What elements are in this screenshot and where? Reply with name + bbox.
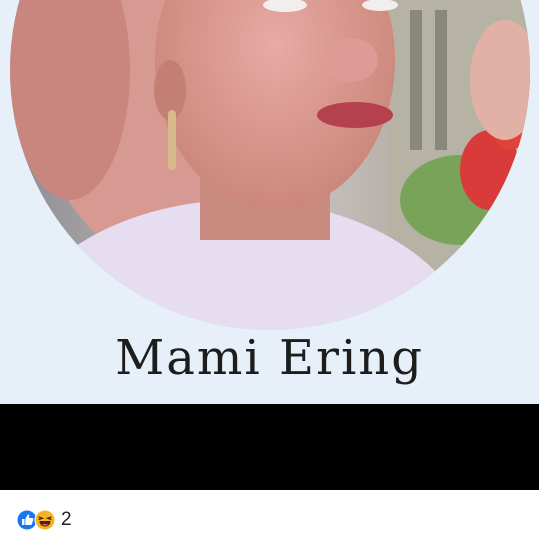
haha-icon [34, 509, 56, 531]
video-letterbox-bar [0, 404, 539, 490]
profile-name-caption: Mami Ering [115, 330, 424, 386]
portrait-illustration [10, 0, 530, 330]
profile-photo [10, 0, 530, 330]
post-image[interactable]: Mami Ering [0, 0, 539, 404]
reaction-count: 2 [61, 509, 72, 530]
reaction-summary[interactable]: 2 [16, 508, 72, 532]
